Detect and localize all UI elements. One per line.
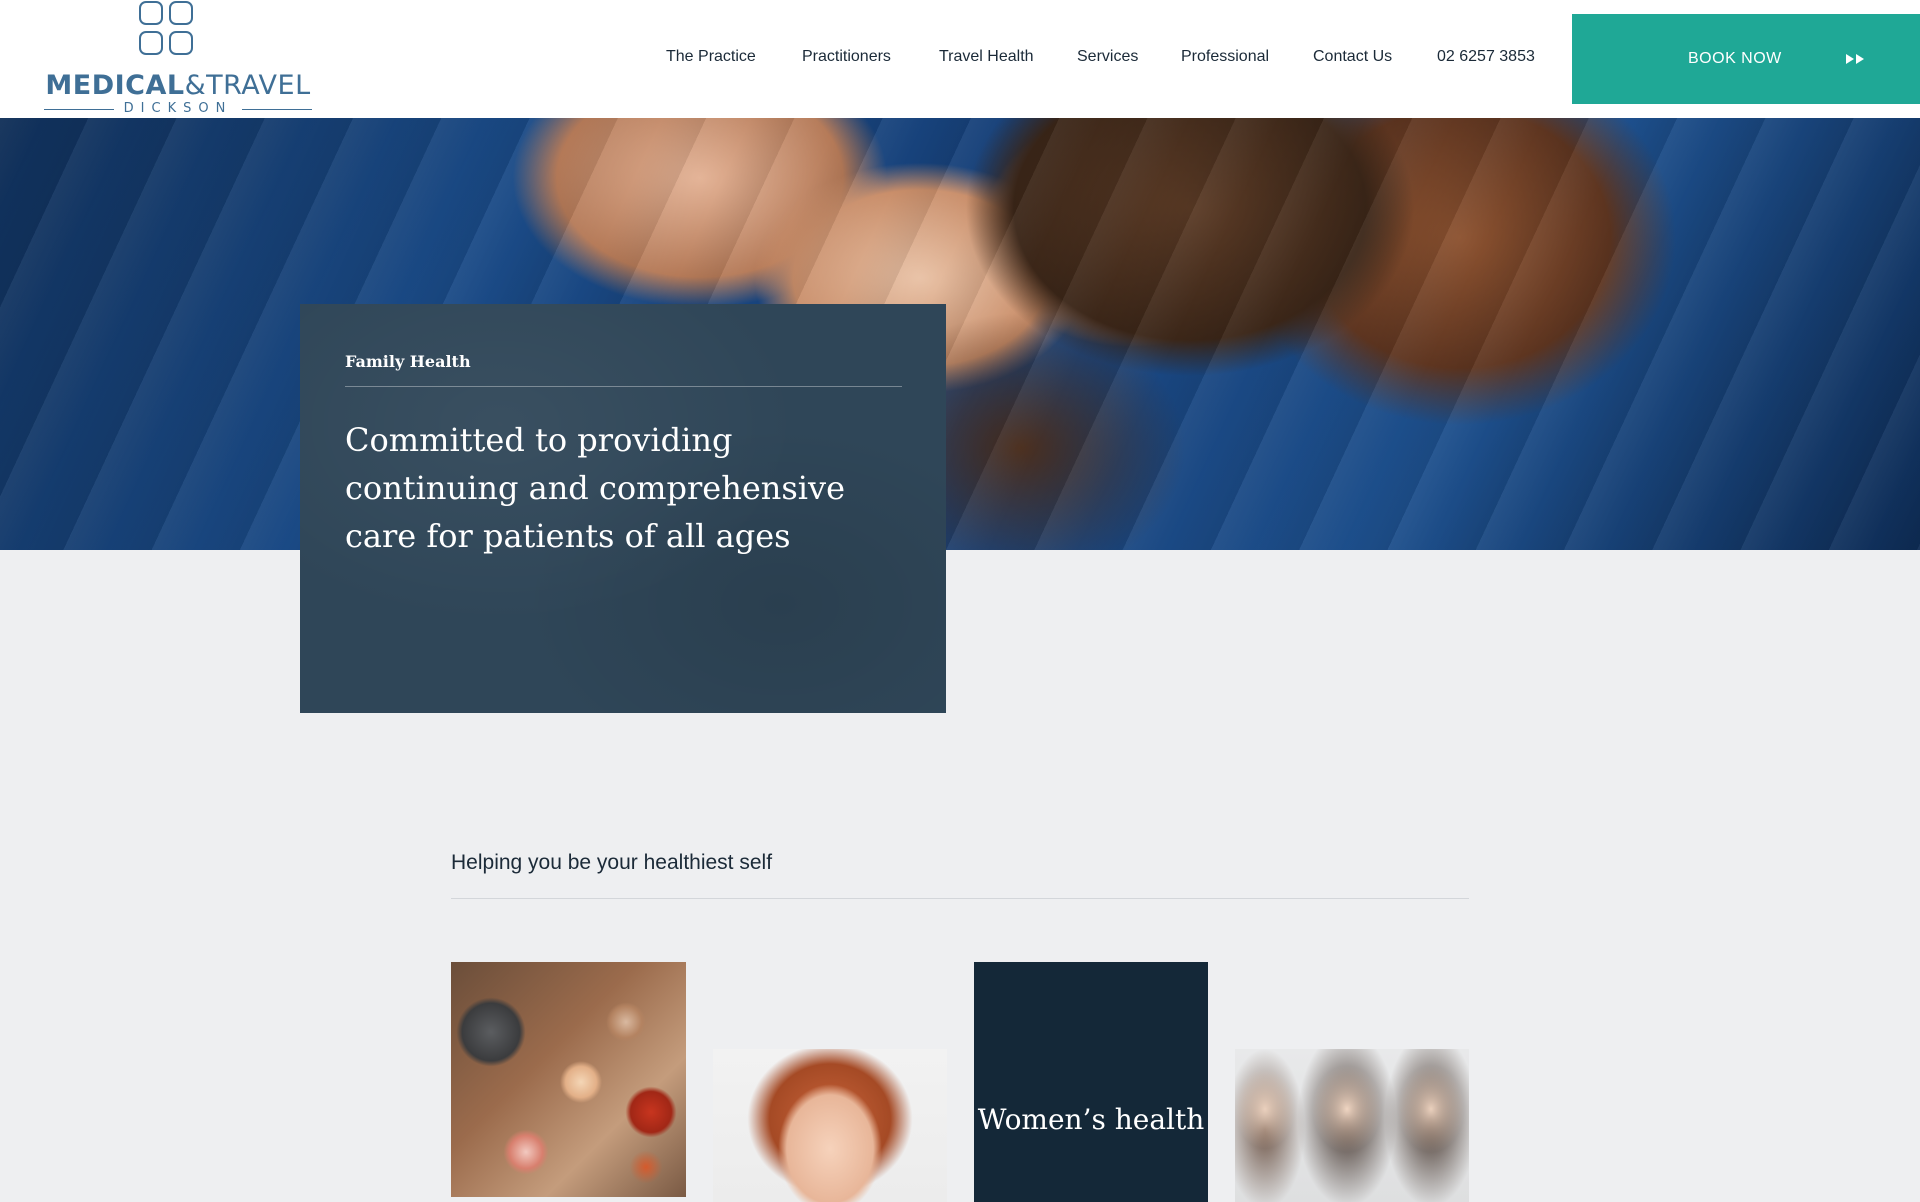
service-tile-child-health[interactable]: [713, 1049, 947, 1202]
phone-link[interactable]: 02 6257 3853: [1437, 48, 1535, 66]
book-now-label: BOOK NOW: [1688, 50, 1782, 67]
nav-services[interactable]: Services: [1077, 48, 1138, 66]
service-tile-group[interactable]: [1235, 1049, 1469, 1202]
logo-wordmark: MEDICAL&TRAVEL: [40, 70, 316, 101]
logo-divider-right: [242, 109, 312, 110]
site-logo[interactable]: MEDICAL&TRAVEL DICKSON: [40, 0, 316, 118]
logo-mark-icon: [139, 1, 193, 55]
logo-text-travel: &TRAVEL: [184, 70, 311, 101]
logo-text-medical: MEDICAL: [45, 70, 185, 101]
section-divider: [451, 898, 1469, 899]
nav-the-practice[interactable]: The Practice: [666, 48, 756, 66]
logo-subline: DICKSON: [40, 101, 316, 117]
section-title: Helping you be your healthiest self: [451, 851, 773, 874]
nav-contact-us[interactable]: Contact Us: [1313, 48, 1392, 66]
service-tile-womens-health[interactable]: Women’s health: [974, 962, 1208, 1202]
womens-health-label: Women’s health: [977, 1103, 1205, 1136]
hero-card: Family Health Committed to providing con…: [300, 304, 946, 713]
hero-divider: [345, 386, 902, 387]
nav-travel-health[interactable]: Travel Health: [939, 48, 1034, 66]
service-tile-nutrition[interactable]: [451, 962, 686, 1197]
book-now-button[interactable]: BOOK NOW: [1572, 14, 1920, 104]
nav-practitioners[interactable]: Practitioners: [802, 48, 891, 66]
nav-professional[interactable]: Professional: [1181, 48, 1269, 66]
hero-headline: Committed to providing continuing and co…: [345, 421, 846, 555]
hero-kicker: Family Health: [345, 352, 471, 371]
hero-image: [0, 118, 1920, 550]
hero-image-texture: [0, 118, 1920, 550]
site-header: MEDICAL&TRAVEL DICKSON The Practice Prac…: [0, 0, 1920, 118]
fast-forward-icon: [1846, 54, 1864, 64]
